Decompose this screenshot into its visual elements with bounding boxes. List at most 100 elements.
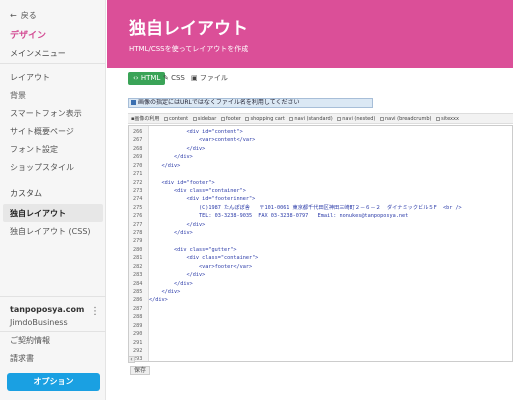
line-number: 272 xyxy=(133,179,143,186)
toolbar-content-button[interactable]: content xyxy=(164,114,188,123)
toolbar-footer-button[interactable]: footer xyxy=(220,114,241,123)
checkbox-icon xyxy=(436,116,441,121)
line-number: 275 xyxy=(133,204,143,211)
tab-html[interactable]: ‹› HTML xyxy=(128,72,166,85)
code-text: <div id="footerinner"> xyxy=(149,196,256,203)
code-text: <var>footer</var> xyxy=(149,263,253,270)
line-number: 288 xyxy=(133,314,143,321)
chevron-left-icon[interactable]: ‹ xyxy=(128,356,135,363)
sidebar-item-font[interactable]: フォント設定 xyxy=(10,144,58,155)
sidebar-item-site-overview[interactable]: サイト概要ページ xyxy=(10,126,74,137)
code-line: 277 </div> xyxy=(129,221,512,229)
sidebar-item-invoice[interactable]: 請求書 xyxy=(10,353,34,364)
sidebar-item-contract[interactable]: ご契約情報 xyxy=(10,335,50,346)
page-subtitle: HTML/CSSを使ってレイアウトを作成 xyxy=(129,45,249,53)
line-number: 278 xyxy=(133,230,143,237)
code-text: TEL: 03-3238-9035 FAX 03-3238-0797 Email… xyxy=(149,213,409,220)
code-lines: 266 <div id="content"> 267 <var>content</… xyxy=(129,128,512,361)
code-text: </div> xyxy=(149,280,193,287)
code-line: 284 </div> xyxy=(129,280,512,288)
sidebar-item-shop-style[interactable]: ショップスタイル xyxy=(10,162,74,173)
code-line: 270 </div> xyxy=(129,162,512,170)
line-number: 270 xyxy=(133,162,143,169)
code-line: 290 xyxy=(129,330,512,338)
line-number: 267 xyxy=(133,137,143,144)
save-button[interactable]: 保存 xyxy=(130,366,151,375)
code-text: <div class="container"> xyxy=(149,255,259,262)
checkbox-icon xyxy=(337,116,342,121)
code-editor[interactable]: 266 <div id="content"> 267 <var>content</… xyxy=(128,125,513,362)
page-title: 独自レイアウト xyxy=(129,19,248,39)
more-vertical-icon[interactable]: ⋮ xyxy=(90,307,100,317)
info-icon xyxy=(131,100,136,105)
checkbox-icon xyxy=(192,116,197,121)
section-title: デザイン xyxy=(10,31,47,41)
info-text: 画像の指定にはURLではなくファイル名を利用してください xyxy=(138,99,300,106)
custom-heading: カスタム xyxy=(10,189,42,198)
line-number: 280 xyxy=(133,246,143,253)
code-text: <var>content</var> xyxy=(149,137,256,144)
code-line: 271 xyxy=(129,170,512,178)
line-number: 273 xyxy=(133,187,143,194)
info-bar: 画像の指定にはURLではなくファイル名を利用してください xyxy=(128,98,373,108)
line-number: 283 xyxy=(133,272,143,279)
site-name: tanpoposya.com xyxy=(10,305,85,314)
line-number: 289 xyxy=(133,322,143,329)
line-number: 271 xyxy=(133,171,143,178)
code-text: </div> xyxy=(149,162,181,169)
checkbox-icon xyxy=(220,116,225,121)
checkbox-icon xyxy=(379,116,384,121)
toolbar-navi-breadcrumb-button[interactable]: navi (breadcrumb) xyxy=(379,114,432,123)
toolbar-navi-nested-button[interactable]: navi (nested) xyxy=(337,114,375,123)
line-number: 279 xyxy=(133,238,143,245)
sidebar-item-custom-layout[interactable]: 独自レイアウト xyxy=(10,208,66,219)
arrow-left-icon: ← xyxy=(10,11,17,20)
tab-css[interactable]: ✎ CSS xyxy=(163,72,185,85)
code-text: </div> xyxy=(149,272,206,279)
line-number: 281 xyxy=(133,255,143,262)
toolbar-navi-standard-button[interactable]: navi (standard) xyxy=(289,114,333,123)
toolbar-image-button[interactable]: ▪画像の利用 xyxy=(131,114,159,123)
code-line: 268 </div> xyxy=(129,145,512,153)
sidebar-item-smartphone[interactable]: スマートフォン表示 xyxy=(10,108,82,119)
site-plan: JimdoBusiness xyxy=(10,318,68,327)
line-number: 287 xyxy=(133,305,143,312)
line-number: 269 xyxy=(133,154,143,161)
line-number: 290 xyxy=(133,331,143,338)
code-line: 266 <div id="content"> xyxy=(129,128,512,136)
sidebar-item-layout[interactable]: レイアウト xyxy=(10,72,50,83)
code-line: 275 (C)1987 たんぽぽ舎 〒101-0061 東京都千代田区神田三崎町… xyxy=(129,204,512,212)
option-button[interactable]: オプション xyxy=(7,373,100,391)
sidebar-item-custom-css[interactable]: 独自レイアウト (CSS) xyxy=(10,226,91,237)
toolbar-sidebar-button[interactable]: sidebar xyxy=(192,114,216,123)
code-line: 280 <div class="gutter"> xyxy=(129,246,512,254)
back-link[interactable]: ← 戻る xyxy=(10,10,37,21)
sidebar-item-background[interactable]: 背景 xyxy=(10,90,26,101)
checkbox-icon xyxy=(245,116,250,121)
line-number: 284 xyxy=(133,280,143,287)
back-label: 戻る xyxy=(20,11,37,20)
line-number: 282 xyxy=(133,263,143,270)
code-line: 287 xyxy=(129,305,512,313)
code-line: 278 </div> xyxy=(129,229,512,237)
toolbar-more-button[interactable]: sitexxx xyxy=(436,114,459,123)
code-line: 285 </div> xyxy=(129,288,512,296)
brush-icon: ✎ xyxy=(163,74,172,82)
divider xyxy=(0,331,106,332)
checkbox-icon xyxy=(289,116,294,121)
toolbar-cart-button[interactable]: shopping cart xyxy=(245,114,285,123)
code-line: 283 </div> xyxy=(129,271,512,279)
code-line: 291 xyxy=(129,339,512,347)
code-line: 279 xyxy=(129,237,512,245)
code-text: </div> xyxy=(149,289,181,296)
editor-toolbar: ▪画像の利用 content sidebar footer shopping c… xyxy=(128,113,513,124)
code-text: (C)1987 たんぽぽ舎 〒101-0061 東京都千代田区神田三崎町２－６－… xyxy=(149,204,462,211)
line-number: 268 xyxy=(133,145,143,152)
line-number: 291 xyxy=(133,339,143,346)
code-icon: ‹› xyxy=(133,74,141,82)
line-number: 276 xyxy=(133,213,143,220)
tab-file[interactable]: ▣ ファイル xyxy=(191,72,228,85)
code-text: </div> xyxy=(149,297,168,304)
page-header: 独自レイアウト HTML/CSSを使ってレイアウトを作成 xyxy=(107,0,513,68)
code-text: <div id="footer"> xyxy=(149,179,215,186)
